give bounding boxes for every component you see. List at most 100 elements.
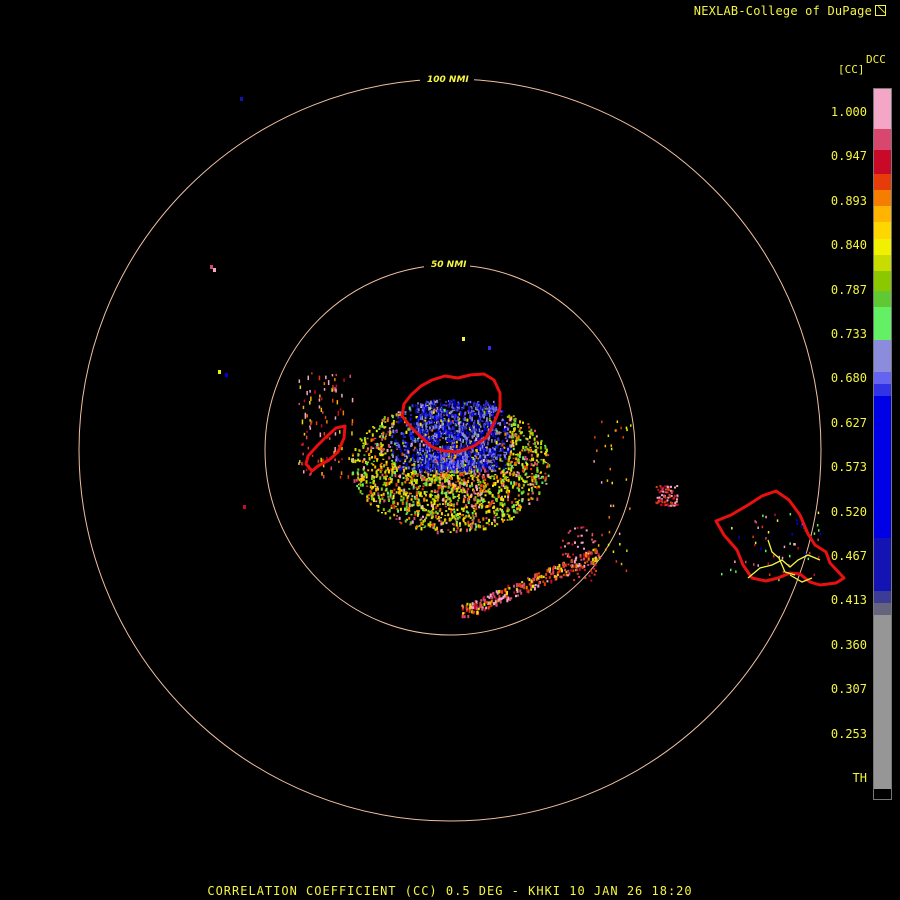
echo-pixel: [432, 508, 435, 511]
echo-pixel: [433, 453, 436, 457]
echo-pixel: [482, 463, 485, 466]
echo-pixel: [423, 461, 425, 465]
echo-pixel: [448, 413, 450, 419]
echo-pixel: [400, 498, 403, 502]
echo-pixel: [392, 422, 395, 425]
echo-pixel: [471, 458, 473, 461]
echo-pixel: [454, 463, 457, 467]
echo-pixel: [753, 563, 755, 566]
echo-pixel: [487, 476, 490, 479]
echo-pixel: [587, 557, 590, 561]
echo-pixel: [620, 426, 622, 430]
echo-pixel: [351, 419, 354, 424]
echo-pixel: [510, 517, 513, 521]
echo-pixel: [434, 456, 436, 460]
echo-pixel: [402, 496, 405, 501]
echo-pixel: [493, 505, 496, 509]
echo-pixel: [489, 454, 491, 458]
echo-pixel: [595, 559, 598, 562]
echo-pixel: [400, 419, 403, 422]
echo-pixel: [456, 470, 459, 474]
echo-pixel: [436, 530, 439, 535]
echo-pixel: [528, 448, 530, 452]
echo-pixel: [489, 448, 491, 451]
echo-pixel: [321, 397, 323, 401]
echo-pixel: [395, 505, 398, 508]
echo-pixel: [561, 553, 564, 556]
echo-pixel: [417, 504, 420, 507]
echo-pixel: [527, 577, 529, 580]
echo-pixel: [521, 469, 524, 473]
echo-pixel: [494, 436, 497, 439]
echo-pixel: [455, 530, 458, 534]
echo-pixel: [445, 464, 447, 470]
echo-pixel: [420, 521, 423, 526]
echo-pixel: [540, 441, 543, 446]
echo-pixel: [425, 491, 428, 493]
echo-pixel: [423, 412, 425, 415]
echo-pixel: [381, 496, 384, 499]
echo-pixel: [401, 452, 404, 456]
echo-pixel: [483, 490, 486, 493]
echo-pixel: [393, 505, 396, 509]
echo-pixel: [511, 501, 514, 504]
echo-pixel: [676, 485, 679, 487]
echo-pixel: [545, 482, 548, 485]
echo-pixel: [403, 449, 406, 451]
echo-pixel: [392, 495, 395, 500]
echo-pixel: [478, 407, 481, 411]
echo-pixel: [800, 524, 803, 528]
echo-pixel: [532, 464, 535, 467]
echo-pixel: [530, 468, 533, 471]
echo-pixel: [772, 555, 775, 558]
echo-pixel: [438, 456, 440, 460]
echo-pixel: [335, 384, 338, 388]
echo-pixel: [491, 500, 494, 502]
echo-pixel: [418, 452, 420, 456]
echo-pixel: [513, 471, 516, 476]
echo-pixel: [400, 522, 403, 525]
echo-pixel: [466, 463, 468, 468]
echo-pixel: [545, 577, 548, 580]
color-scale-segment: [874, 384, 891, 397]
echo-pixel: [508, 587, 511, 590]
echo-pixel: [580, 541, 583, 544]
echo-pixel: [523, 458, 526, 461]
echo-pixel: [476, 500, 479, 504]
echo-pixel: [537, 584, 540, 588]
echo-pixel: [445, 510, 448, 513]
echo-pixel: [311, 454, 314, 457]
echo-pixel: [452, 427, 454, 430]
echo-pixel: [475, 449, 478, 452]
echo-pixel: [615, 560, 618, 563]
echo-pixel: [533, 475, 536, 478]
echo-pixel: [332, 385, 334, 389]
echo-pixel: [437, 417, 439, 421]
echo-pixel: [594, 436, 596, 439]
echo-pixel: [438, 480, 441, 482]
echo-pixel: [597, 544, 600, 547]
echo-pixel: [383, 500, 386, 503]
echo-pixel: [493, 524, 496, 527]
echo-pixel: [459, 484, 461, 488]
echo-pixel: [368, 457, 371, 461]
echo-pixel: [592, 548, 595, 552]
echo-pixel: [471, 432, 474, 436]
echo-pixel: [454, 435, 456, 438]
echo-pixel: [444, 462, 446, 467]
echo-pixel: [477, 466, 480, 469]
echo-pixel: [432, 474, 435, 478]
echo-pixel: [469, 472, 472, 475]
echo-pixel: [440, 512, 443, 516]
external-link-icon: [875, 5, 886, 16]
echo-pixel: [310, 396, 312, 401]
echo-pixel: [495, 603, 498, 607]
echo-pixel: [474, 603, 477, 608]
credit-text[interactable]: NEXLAB-College of DuPage: [694, 4, 886, 18]
echo-pixel: [446, 458, 448, 462]
echo-pixel: [480, 405, 482, 410]
echo-pixel: [378, 436, 381, 438]
echo-pixel: [494, 481, 497, 485]
echo-pixel: [497, 432, 500, 434]
echo-pixel: [355, 478, 358, 482]
